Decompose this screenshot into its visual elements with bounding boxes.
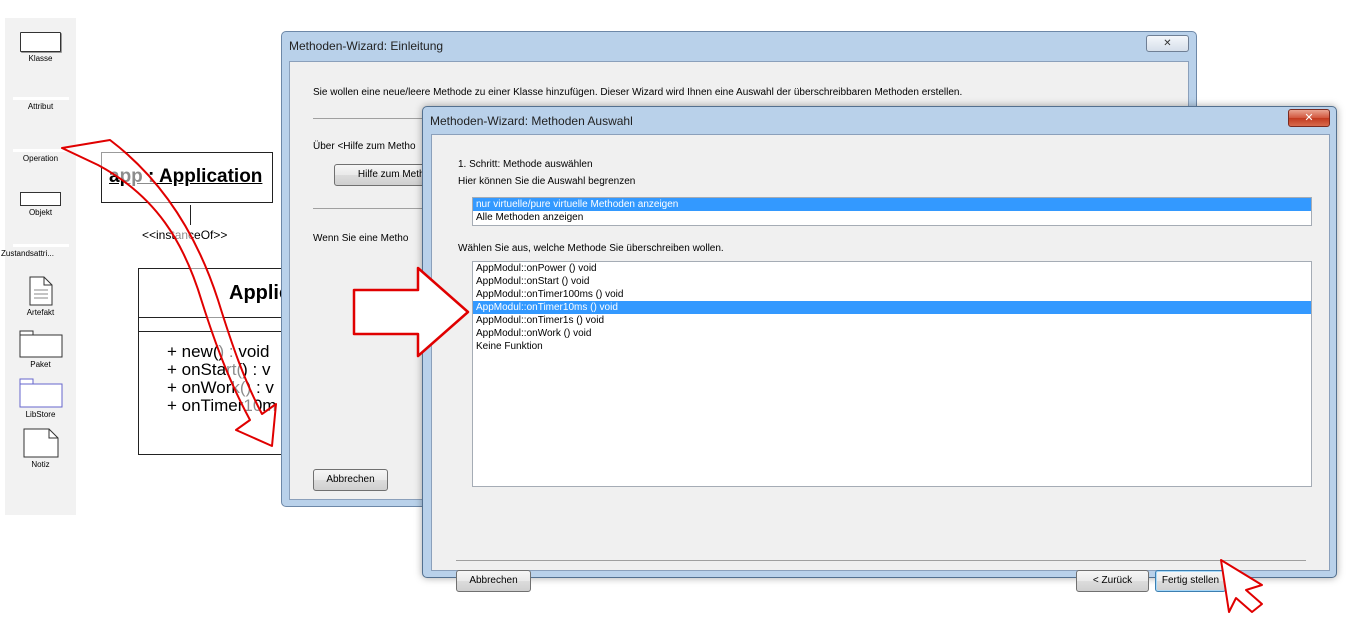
intro-dialog-titlebar[interactable]: Methoden-Wizard: Einleitung ✕ (282, 32, 1196, 58)
toolbox-item-label: Attribut (27, 102, 54, 111)
toolbox-item-label: Klasse (28, 54, 53, 63)
back-button[interactable]: < Zurück (1076, 570, 1149, 592)
continue-text: Wenn Sie eine Metho (313, 233, 409, 244)
close-button[interactable]: ✕ (1288, 109, 1330, 127)
note-icon (23, 428, 58, 458)
method-selection-title: Methoden-Wizard: Methoden Auswahl (430, 114, 633, 128)
intro-dialog-title: Methoden-Wizard: Einleitung (289, 39, 444, 53)
method-selection-body: 1. Schritt: Methode auswählen Hier könne… (431, 134, 1330, 592)
libstore-icon (19, 378, 62, 408)
toolbox-item-label: LibStore (25, 410, 56, 419)
filter-option[interactable]: nur virtuelle/pure virtuelle Methoden an… (473, 198, 1311, 211)
finish-button[interactable]: Fertig stellen (1155, 570, 1226, 592)
toolbox-item-state-attribute[interactable]: Zustandsattri... (1, 244, 76, 258)
toolbox-item-artifact[interactable]: Artefakt (5, 276, 76, 317)
method-item[interactable]: AppModul::onStart () void (473, 275, 1311, 288)
toolbox: Klasse Attribut Operation Objekt Zustand… (1, 18, 76, 515)
operation-icon (12, 149, 69, 152)
object-instance-box[interactable]: app : Application (101, 152, 273, 203)
package-icon (19, 330, 62, 358)
method-item[interactable]: AppModul::onPower () void (473, 262, 1311, 275)
help-text: Über <Hilfe zum Metho (313, 141, 416, 152)
toolbox-item-attribute[interactable]: Attribut (5, 97, 76, 111)
intro-text: Sie wollen eine neue/leere Methode zu ei… (313, 87, 963, 98)
class-icon (20, 32, 61, 52)
filter-label: Hier können Sie die Auswahl begrenzen (458, 176, 636, 187)
step-label: 1. Schritt: Methode auswählen (458, 159, 593, 170)
instance-of-label: <<instanceOf>> (142, 228, 228, 242)
class-name: Applic (229, 282, 288, 304)
toolbox-item-label: Objekt (28, 208, 53, 217)
toolbox-item-package[interactable]: Paket (5, 330, 76, 369)
operation-item[interactable]: + onStart() : v (167, 361, 276, 379)
class-box[interactable]: Applic + new() : void + onStart() : v + … (138, 268, 288, 455)
operation-item[interactable]: + new() : void (167, 343, 276, 361)
method-item[interactable]: AppModul::onTimer10ms () void (473, 301, 1311, 314)
filter-option[interactable]: Alle Methoden anzeigen (473, 211, 1311, 224)
method-selection-titlebar[interactable]: Methoden-Wizard: Methoden Auswahl ✕ (423, 107, 1336, 133)
toolbox-item-class[interactable]: Klasse (5, 32, 76, 63)
object-instance-title: app : Application (109, 166, 263, 187)
attribute-icon (12, 97, 69, 100)
operation-item[interactable]: + onWork() : v (167, 379, 276, 397)
methods-listbox[interactable]: AppModul::onPower () void AppModul::onSt… (472, 261, 1312, 487)
toolbox-item-operation[interactable]: Operation (5, 149, 76, 163)
method-item[interactable]: AppModul::onTimer1s () void (473, 314, 1311, 327)
instance-of-connector (190, 205, 191, 225)
methods-label: Wählen Sie aus, welche Methode Sie übers… (458, 243, 724, 254)
divider (456, 560, 1306, 561)
state-attribute-icon (12, 244, 69, 247)
filter-listbox[interactable]: nur virtuelle/pure virtuelle Methoden an… (472, 197, 1312, 226)
close-icon: ✕ (1163, 38, 1172, 49)
toolbox-item-label: Zustandsattri... (1, 249, 54, 258)
toolbox-item-object[interactable]: Objekt (5, 192, 76, 217)
method-item[interactable]: Keine Funktion (473, 340, 1311, 353)
method-selection-dialog: Methoden-Wizard: Methoden Auswahl ✕ 1. S… (422, 106, 1337, 592)
toolbox-item-label: Paket (30, 360, 51, 369)
class-divider (139, 317, 287, 318)
close-button[interactable]: ✕ (1146, 35, 1189, 52)
cancel-button[interactable]: Abbrechen (456, 570, 531, 592)
toolbox-item-label: Artefakt (26, 308, 55, 317)
class-divider (139, 331, 287, 332)
operation-item[interactable]: + onTimer10m (167, 397, 276, 415)
method-item[interactable]: AppModul::onWork () void (473, 327, 1311, 340)
toolbox-item-libstore[interactable]: LibStore (5, 378, 76, 419)
toolbox-item-label: Notiz (31, 460, 50, 469)
toolbox-item-label: Operation (22, 154, 59, 163)
method-item[interactable]: AppModul::onTimer100ms () void (473, 288, 1311, 301)
close-icon: ✕ (1304, 112, 1314, 124)
object-icon (20, 192, 61, 206)
cancel-button[interactable]: Abbrechen (313, 469, 388, 491)
artifact-icon (29, 276, 52, 306)
toolbox-item-note[interactable]: Notiz (5, 428, 76, 469)
operation-list: + new() : void + onStart() : v + onWork(… (167, 343, 276, 415)
